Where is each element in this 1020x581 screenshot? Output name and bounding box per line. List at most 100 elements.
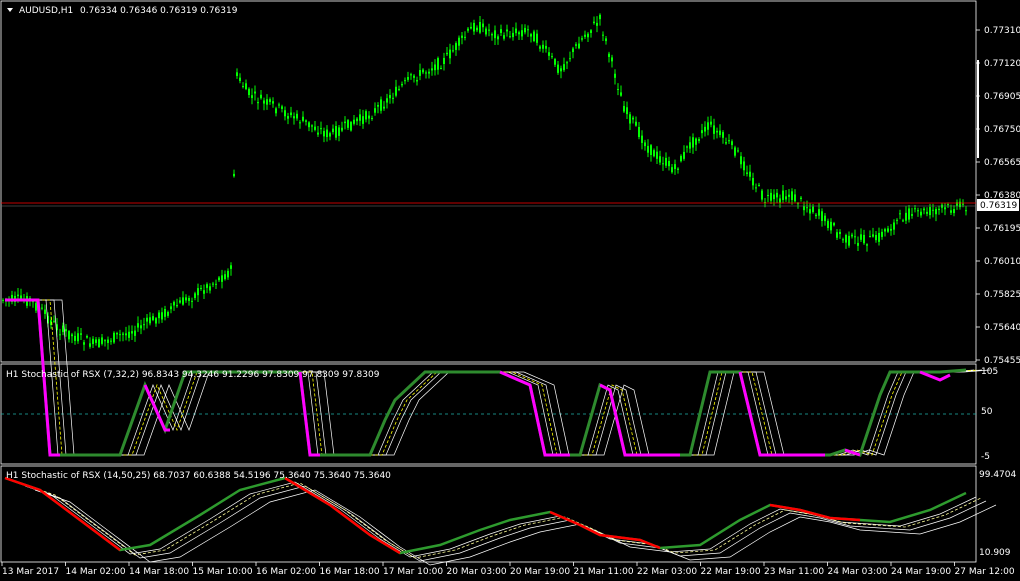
symbol-label[interactable]: AUDUSD,H1 <box>19 6 73 16</box>
indicator-2-panel[interactable]: 99.4704 10.909 H1 Stochastic of RSX (14,5… <box>0 465 1016 566</box>
candle-body <box>614 73 616 78</box>
candle-body <box>302 116 304 121</box>
candle-body <box>257 102 259 104</box>
candle-body <box>422 69 424 73</box>
candle-body <box>557 64 559 73</box>
candle-body <box>677 168 679 170</box>
candle-body <box>98 339 100 347</box>
candle-body <box>668 160 670 167</box>
candle-body <box>161 312 163 320</box>
candle-body <box>641 135 643 143</box>
candle-body <box>368 115 370 119</box>
candle-body <box>224 274 226 280</box>
candle-body <box>545 45 547 49</box>
candle-body <box>158 312 160 319</box>
candle-body <box>494 30 496 39</box>
candle-body <box>746 172 748 174</box>
candle-body <box>521 30 523 37</box>
candle-body <box>449 49 451 59</box>
candle-body <box>455 43 457 50</box>
candle-body <box>752 177 754 186</box>
candle-body <box>194 293 196 299</box>
candle-body <box>86 336 88 338</box>
candle-body <box>743 161 745 171</box>
candle-body <box>704 126 706 132</box>
candle-body <box>857 242 859 246</box>
candle-body <box>206 284 208 288</box>
candle-body <box>134 330 136 336</box>
candle-body <box>44 309 46 314</box>
candle-body <box>599 14 601 20</box>
price-tick-label: 0.76750 <box>984 125 1020 135</box>
candle-body <box>485 28 487 35</box>
candle-body <box>551 56 553 58</box>
candle-body <box>893 222 895 230</box>
candle-body <box>242 86 244 88</box>
candle-body <box>923 208 925 211</box>
candle-body <box>188 298 190 301</box>
candle-body <box>383 106 385 109</box>
candle-body <box>932 209 934 211</box>
candle-body <box>77 333 79 342</box>
candle-body <box>374 108 376 113</box>
candle-body <box>191 300 193 302</box>
candle-body <box>80 333 82 335</box>
candle-body <box>293 116 295 119</box>
main-price-panel[interactable]: 0.77310 0.77120 0.76905 0.76750 0.76565 0.763… <box>0 0 1020 366</box>
candle-body <box>617 89 619 91</box>
candle-body <box>788 194 790 197</box>
price-tick-label: 0.75640 <box>984 323 1020 333</box>
time-tick-label: 20 Mar 19:00 <box>510 567 570 577</box>
candle-body <box>725 142 727 144</box>
candle-body <box>413 75 415 78</box>
candle-body <box>287 116 289 119</box>
candle-body <box>113 332 115 343</box>
candle-body <box>479 21 481 33</box>
candle-body <box>431 68 433 71</box>
time-tick-label: 14 Mar 02:00 <box>66 567 126 577</box>
candle-body <box>500 29 502 33</box>
candle-body <box>359 114 361 121</box>
candle-body <box>608 53 610 57</box>
candle-body <box>959 201 961 208</box>
candle-body <box>830 221 832 231</box>
chart-window[interactable]: 0.77310 0.77120 0.76905 0.76750 0.76565 0.763… <box>0 0 1020 581</box>
candle-body <box>620 92 622 96</box>
candle-body <box>416 80 418 82</box>
candle-body <box>776 192 778 198</box>
candle-body <box>149 317 151 324</box>
candle-body <box>107 339 109 343</box>
candle-body <box>884 229 886 232</box>
candle-body <box>935 208 937 215</box>
time-tick-label: 27 Mar 12:00 <box>955 567 1015 577</box>
candle-body <box>227 270 229 278</box>
candle-body <box>650 145 652 155</box>
candle-body <box>236 72 238 76</box>
candle-body <box>317 132 319 135</box>
candle-body <box>644 142 646 147</box>
candle-body <box>443 57 445 65</box>
candle-body <box>722 132 724 138</box>
candle-body <box>209 286 211 291</box>
candle-body <box>2 299 4 301</box>
candle-body <box>542 44 544 49</box>
candle-body <box>266 99 268 105</box>
candle-body <box>680 155 682 162</box>
candle-body <box>611 57 613 62</box>
candle-body <box>767 194 769 196</box>
candle-body <box>200 287 202 289</box>
candle-body <box>71 334 73 337</box>
price-tick-label: 0.77310 <box>984 26 1020 36</box>
candle-body <box>713 125 715 134</box>
candle-body <box>353 119 355 124</box>
candle-body <box>173 301 175 306</box>
candle-body <box>824 215 826 222</box>
candle-body <box>74 335 76 341</box>
candle-body <box>890 228 892 231</box>
candle-body <box>335 126 337 138</box>
candle-body <box>524 27 526 33</box>
candle-body <box>563 64 565 71</box>
candle-body <box>938 208 940 211</box>
candle-body <box>260 94 262 99</box>
candle-body <box>308 122 310 128</box>
